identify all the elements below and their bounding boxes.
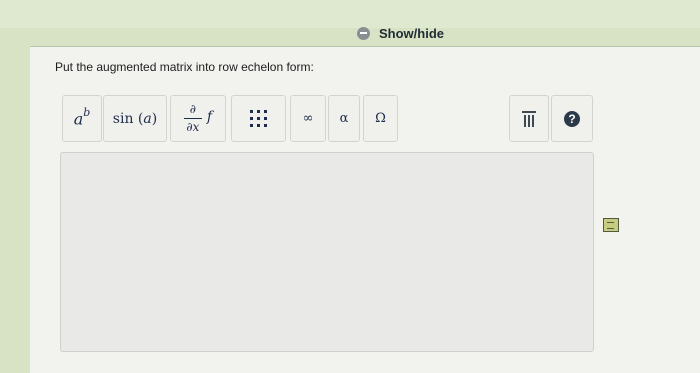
- alpha-button[interactable]: α: [328, 95, 360, 142]
- show-hide-label: Show/hide: [379, 25, 444, 41]
- answer-input-area[interactable]: [60, 152, 594, 352]
- alpha-symbol: α: [339, 111, 349, 126]
- matrix-button[interactable]: [231, 95, 286, 142]
- header-stripe: [0, 0, 700, 28]
- trash-icon: [522, 110, 536, 127]
- function-symbol: f: [206, 108, 213, 125]
- notes-icon[interactable]: [603, 218, 619, 232]
- sin-symbol: sin (a): [112, 110, 158, 127]
- infinity-button[interactable]: ∞: [290, 95, 326, 142]
- sin-button[interactable]: sin (a): [103, 95, 167, 142]
- clear-button[interactable]: [509, 95, 549, 142]
- partial-derivative-button[interactable]: ∂ ∂x f: [170, 95, 226, 142]
- show-hide-toggle[interactable]: Show/hide: [357, 24, 444, 42]
- infinity-symbol: ∞: [302, 111, 314, 126]
- partial-fraction: ∂ ∂x: [183, 103, 202, 134]
- omega-button[interactable]: Ω: [363, 95, 398, 142]
- question-prompt: Put the augmented matrix into row echelo…: [55, 60, 314, 74]
- exponent-button[interactable]: ab: [62, 95, 102, 142]
- matrix-icon: [250, 110, 267, 127]
- help-icon: ?: [564, 110, 580, 127]
- help-button[interactable]: ?: [551, 95, 593, 142]
- omega-symbol: Ω: [375, 111, 386, 126]
- exponent-symbol: ab: [73, 106, 91, 129]
- minus-circle-icon: [357, 26, 370, 40]
